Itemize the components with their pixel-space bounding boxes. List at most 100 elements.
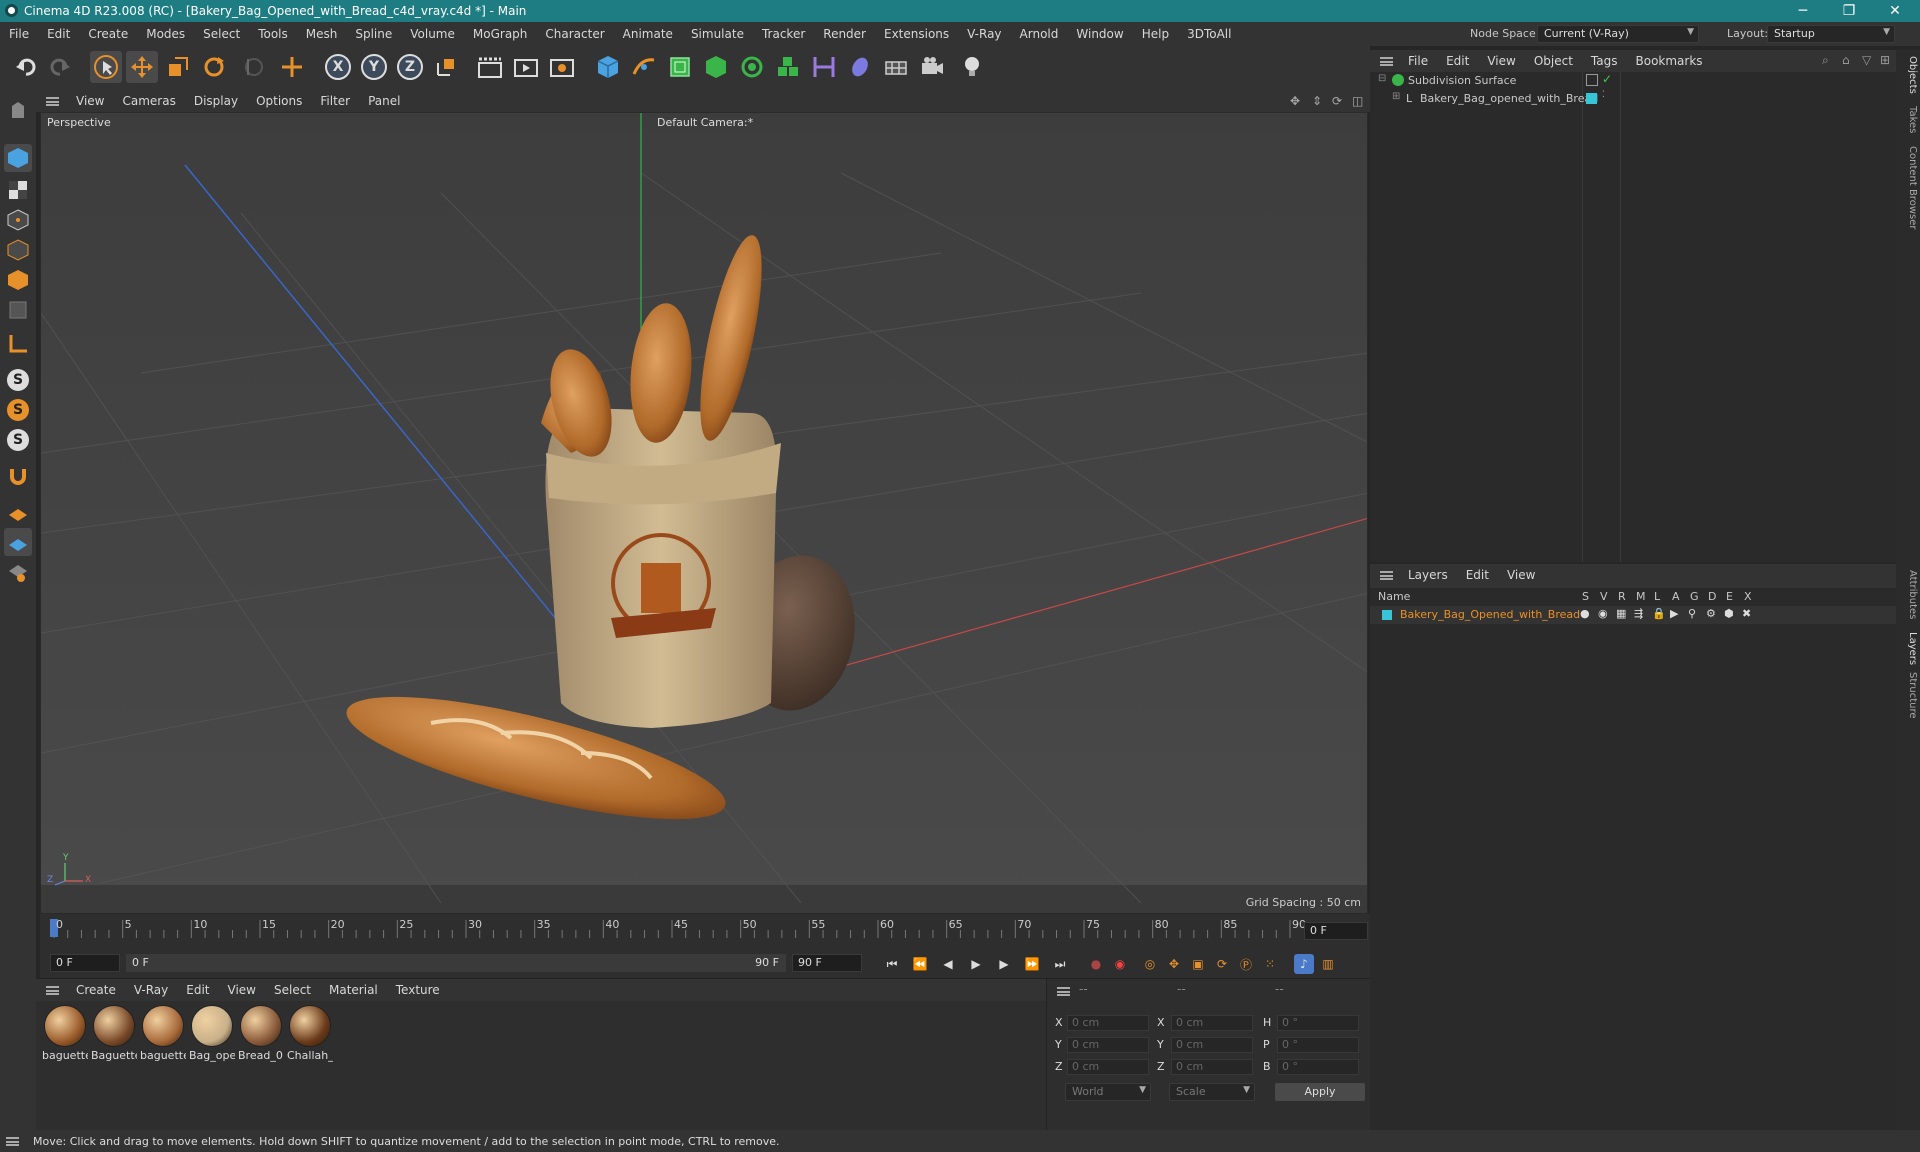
object-menu-object[interactable]: Object xyxy=(1525,54,1582,68)
layer-column-header[interactable]: X xyxy=(1744,590,1752,603)
menu-animate[interactable]: Animate xyxy=(614,27,682,41)
material-swatch[interactable]: baguette xyxy=(140,1003,186,1063)
cloner-button[interactable] xyxy=(736,51,768,83)
object-menu-view[interactable]: View xyxy=(1478,54,1524,68)
key-pla-button[interactable]: ⁙ xyxy=(1260,954,1280,974)
tab-structure[interactable]: Structure xyxy=(1898,672,1918,719)
material-swatch[interactable]: Challah_ xyxy=(287,1003,333,1063)
light-button[interactable] xyxy=(956,51,988,83)
viewport-menu-view[interactable]: View xyxy=(67,94,113,108)
menu-mograph[interactable]: MoGraph xyxy=(464,27,537,41)
viewport-menu-display[interactable]: Display xyxy=(185,94,247,108)
layer-menu-view[interactable]: View xyxy=(1498,568,1544,582)
rotate-tool-button[interactable] xyxy=(198,51,230,83)
timeline-window-button[interactable]: ▥ xyxy=(1318,954,1338,974)
recent-tool-button[interactable] xyxy=(238,51,270,83)
size-y-field[interactable]: 0 cm xyxy=(1171,1037,1253,1053)
layer-color-tag[interactable] xyxy=(1586,93,1597,104)
viewport-menu-cameras[interactable]: Cameras xyxy=(113,94,184,108)
rot-b-field[interactable]: 0 ° xyxy=(1277,1059,1359,1075)
search-icon[interactable]: ⌕ xyxy=(1822,53,1829,68)
menu-tracker[interactable]: Tracker xyxy=(753,27,814,41)
layer-toggle-icon[interactable]: ⚲ xyxy=(1688,607,1696,620)
size-z-field[interactable]: 0 cm xyxy=(1171,1059,1253,1075)
menu-3dtoall[interactable]: 3DToAll xyxy=(1178,27,1240,41)
record-button[interactable]: ● xyxy=(1086,954,1106,974)
layout-dropdown[interactable]: Startup ▼ xyxy=(1767,25,1895,43)
redo-button[interactable] xyxy=(44,51,76,83)
object-menu-tags[interactable]: Tags xyxy=(1582,54,1627,68)
render-settings-button[interactable] xyxy=(546,51,578,83)
texture-mode-button[interactable] xyxy=(4,176,32,204)
hamburger-icon[interactable] xyxy=(1057,987,1070,996)
timeline-ruler[interactable]: 0 5 10 15 20 25 30 35 40 45 50 55 60 65 70 75 80 85 90 0 F xyxy=(40,914,1370,948)
layer-column-header[interactable]: E xyxy=(1726,590,1733,603)
menu-help[interactable]: Help xyxy=(1133,27,1178,41)
layer-row[interactable]: Bakery_Bag_Opened_with_Bread ● ◉ ▦ ⇶ 🔒 ▶ ⚲ ⚙ ⬢ ✖ xyxy=(1370,606,1896,624)
points-mode-button[interactable] xyxy=(4,206,32,234)
layer-column-header[interactable]: R xyxy=(1618,590,1626,603)
filter-icon[interactable]: ▽ xyxy=(1862,53,1871,67)
material-swatch[interactable]: baguette xyxy=(42,1003,88,1063)
uv-mode-button[interactable] xyxy=(4,296,32,324)
zoom-view-icon[interactable]: ⇕ xyxy=(1312,94,1322,108)
menu-modes[interactable]: Modes xyxy=(137,27,194,41)
size-mode-dropdown[interactable]: Scale ▼ xyxy=(1169,1083,1255,1101)
key-scale-button[interactable]: ▣ xyxy=(1188,954,1208,974)
rot-p-field[interactable]: 0 ° xyxy=(1277,1037,1359,1053)
undo-button[interactable] xyxy=(10,51,42,83)
make-editable-button[interactable] xyxy=(4,96,32,124)
hamburger-icon[interactable] xyxy=(1380,56,1393,66)
end-frame-field[interactable]: 90 F xyxy=(792,954,862,972)
material-menu-create[interactable]: Create xyxy=(67,983,125,997)
axis-mode-button[interactable] xyxy=(4,330,32,358)
key-parameter-button[interactable]: Ⓟ xyxy=(1236,954,1256,974)
grid-button[interactable] xyxy=(4,528,32,556)
tab-objects[interactable]: Objects xyxy=(1898,56,1918,94)
layer-column-header[interactable]: S xyxy=(1582,590,1589,603)
home-icon[interactable]: ⌂ xyxy=(1842,53,1850,67)
material-menu-material[interactable]: Material xyxy=(320,983,387,997)
layer-menu-edit[interactable]: Edit xyxy=(1457,568,1498,582)
rotate-view-icon[interactable]: ⟳ xyxy=(1332,94,1342,108)
material-swatch[interactable]: Baguette xyxy=(91,1003,137,1063)
object-menu-file[interactable]: File xyxy=(1399,54,1437,68)
checkmark-icon[interactable]: ✓ xyxy=(1602,72,1612,86)
previous-key-button[interactable]: ⏪ xyxy=(910,954,930,974)
object-row[interactable]: ⊞ ᒪ Bakery_Bag_opened_with_Bread ⁚ xyxy=(1370,90,1896,108)
workplane-button[interactable] xyxy=(4,498,32,526)
material-menu-select[interactable]: Select xyxy=(265,983,320,997)
menu-select[interactable]: Select xyxy=(194,27,249,41)
menu-mesh[interactable]: Mesh xyxy=(297,27,347,41)
coordinate-system-button[interactable] xyxy=(276,51,308,83)
edges-mode-button[interactable] xyxy=(4,236,32,264)
snap-button[interactable]: S xyxy=(4,366,32,394)
menu-render[interactable]: Render xyxy=(814,27,875,41)
menu-volume[interactable]: Volume xyxy=(401,27,464,41)
material-swatch[interactable]: Bread_0 xyxy=(238,1003,284,1063)
apply-button[interactable]: Apply xyxy=(1275,1083,1365,1101)
close-button[interactable]: ✕ xyxy=(1872,0,1918,22)
deformer-button[interactable] xyxy=(808,51,840,83)
snap-settings-button[interactable]: S xyxy=(4,396,32,424)
layer-toggle-icon[interactable]: ⇶ xyxy=(1634,607,1643,620)
menu-extensions[interactable]: Extensions xyxy=(875,27,958,41)
spline-pen-button[interactable] xyxy=(628,51,660,83)
viewport-menu-options[interactable]: Options xyxy=(247,94,311,108)
layer-column-header[interactable]: G xyxy=(1690,590,1699,603)
cube-object-button[interactable] xyxy=(592,51,624,83)
editor-visibility-icon[interactable] xyxy=(1586,74,1598,86)
layer-column-header[interactable]: V xyxy=(1600,590,1608,603)
locked-workplane-button[interactable] xyxy=(4,558,32,586)
layer-menu-layers[interactable]: Layers xyxy=(1399,568,1457,582)
render-to-picture-viewer-button[interactable] xyxy=(510,51,542,83)
layer-toggle-icon[interactable]: ⬢ xyxy=(1724,607,1734,620)
expand-icon[interactable]: ⊞ xyxy=(1392,91,1400,102)
key-rotation-button[interactable]: ⟳ xyxy=(1212,954,1232,974)
layer-toggle-icon[interactable]: ▶ xyxy=(1670,607,1678,620)
keyframe-selection-button[interactable]: ◎ xyxy=(1140,954,1160,974)
minimize-button[interactable]: ─ xyxy=(1780,0,1826,22)
material-menu-vray[interactable]: V-Ray xyxy=(125,983,177,997)
material-menu-edit[interactable]: Edit xyxy=(177,983,218,997)
layer-column-header[interactable]: D xyxy=(1708,590,1716,603)
